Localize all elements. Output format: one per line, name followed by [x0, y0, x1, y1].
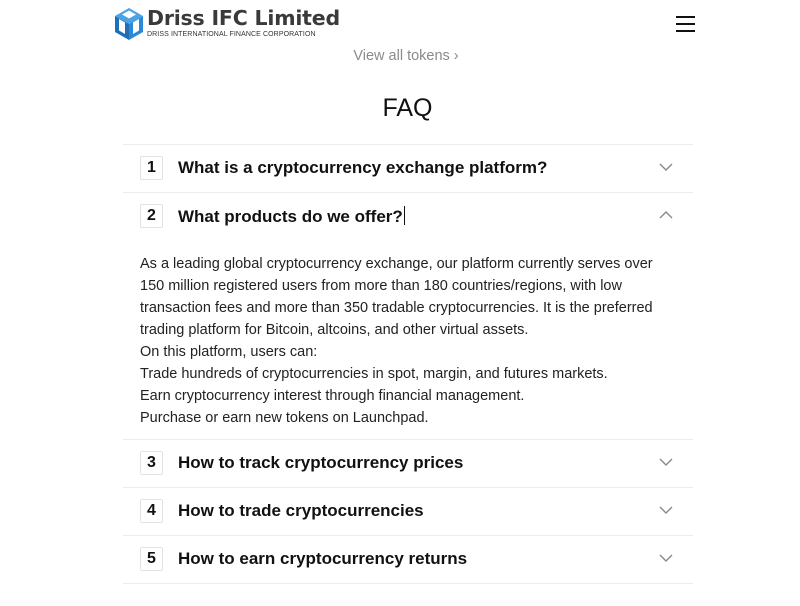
faq-question-row[interactable]: 5 How to earn cryptocurrency returns — [123, 536, 693, 583]
chevron-down-icon[interactable] — [659, 457, 673, 467]
answer-line: On this platform, users can: — [140, 344, 318, 360]
brand-logo[interactable]: Driss IFC Limited DRISS INTERNATIONAL FI… — [114, 6, 340, 41]
faq-number-badge: 5 — [140, 547, 163, 571]
faq-list: 1 What is a cryptocurrency exchange plat… — [123, 144, 693, 584]
brand-subtitle: DRISS INTERNATIONAL FINANCE CORPORATION — [147, 31, 316, 38]
faq-number-badge: 4 — [140, 499, 163, 523]
faq-question-wrap: What products do we offer? — [178, 206, 405, 227]
faq-item: 5 How to earn cryptocurrency returns — [123, 535, 693, 584]
faq-question: How to earn cryptocurrency returns — [178, 549, 468, 568]
faq-question-row[interactable]: 3 How to track cryptocurrency prices — [123, 440, 693, 487]
header: Driss IFC Limited DRISS INTERNATIONAL FI… — [0, 0, 800, 46]
faq-answer: As a leading global cryptocurrency excha… — [123, 240, 693, 439]
faq-question: How to trade cryptocurrencies — [178, 501, 424, 520]
chevron-right-icon: › — [453, 48, 459, 64]
faq-number-badge: 1 — [140, 156, 163, 180]
view-all-label: View all tokens — [353, 48, 450, 64]
brand-name: Driss IFC Limited — [147, 6, 340, 30]
faq-question: What is a cryptocurrency exchange platfo… — [178, 158, 548, 177]
faq-number-badge: 3 — [140, 451, 163, 475]
faq-title: FAQ — [382, 94, 433, 122]
text-cursor — [403, 206, 405, 225]
hamburger-menu-icon[interactable] — [676, 15, 695, 32]
page: Driss IFC Limited DRISS INTERNATIONAL FI… — [0, 0, 800, 606]
view-all-tokens-link[interactable]: View all tokens › — [0, 48, 800, 64]
faq-item: 1 What is a cryptocurrency exchange plat… — [123, 144, 693, 192]
faq-item-expanded: 2 What products do we offer? As a leadin… — [123, 192, 693, 439]
faq-question-row[interactable]: 4 How to trade cryptocurrencies — [123, 488, 693, 535]
faq-question: How to track cryptocurrency prices — [178, 453, 464, 472]
faq-number-badge: 2 — [140, 204, 163, 228]
chevron-up-icon[interactable] — [659, 210, 673, 220]
faq-question: What products do we offer? — [178, 207, 403, 226]
faq-item: 3 How to track cryptocurrency prices — [123, 439, 693, 487]
answer-line: Earn cryptocurrency interest through fin… — [140, 388, 525, 404]
cube-logo-icon — [115, 8, 143, 40]
chevron-down-icon[interactable] — [659, 505, 673, 515]
answer-paragraph: As a leading global cryptocurrency excha… — [140, 256, 653, 338]
faq-item: 4 How to trade cryptocurrencies — [123, 487, 693, 535]
chevron-down-icon[interactable] — [659, 162, 673, 172]
answer-line: Trade hundreds of cryptocurrencies in sp… — [140, 366, 608, 382]
chevron-down-icon[interactable] — [659, 553, 673, 563]
answer-line: Purchase or earn new tokens on Launchpad… — [140, 410, 429, 426]
faq-question-row[interactable]: 2 What products do we offer? — [123, 193, 693, 240]
faq-question-row[interactable]: 1 What is a cryptocurrency exchange plat… — [123, 145, 693, 192]
